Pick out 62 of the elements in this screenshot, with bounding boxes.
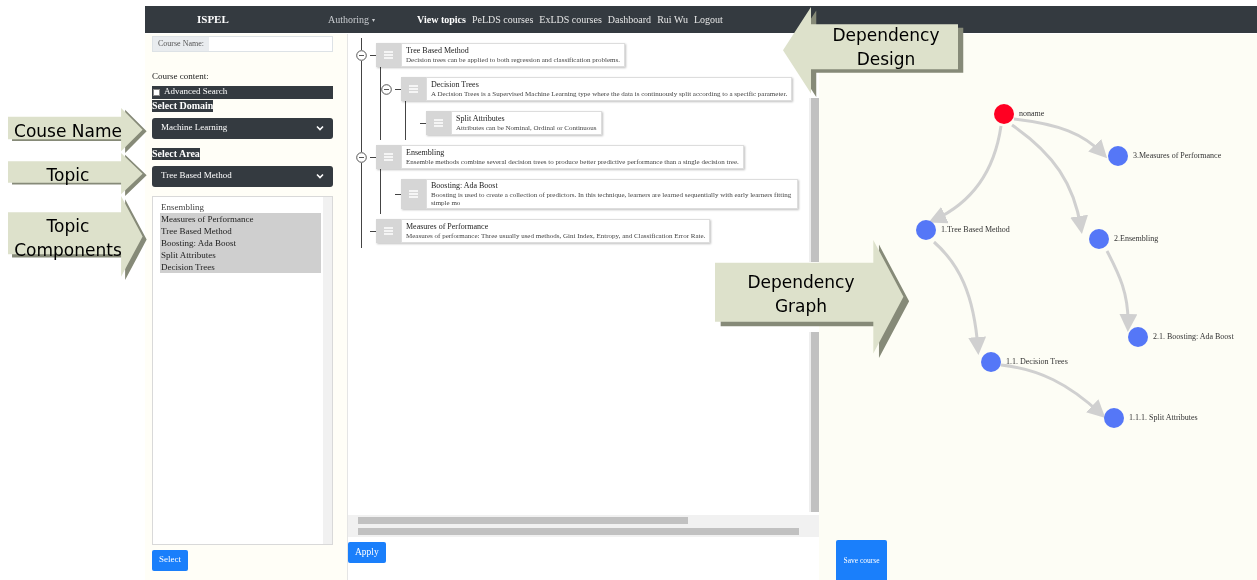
scrollbar[interactable]	[323, 196, 332, 544]
components-listbox[interactable]: Ensembling Measures of Performance Tree Based Method Boosting: Ada Boost Split Attributes Decision Trees	[152, 195, 333, 545]
graph-node[interactable]	[1108, 146, 1128, 166]
scrollbar[interactable]	[809, 98, 819, 262]
topic-title: Ensembling	[406, 148, 446, 158]
node-label: 1.1.1. Split Attributes	[1129, 412, 1198, 424]
node-label: 1.Tree Based Method	[941, 224, 1010, 236]
topic-title: Decision Trees	[431, 80, 480, 90]
drag-handle[interactable]	[401, 77, 426, 101]
graph-node[interactable]	[1128, 327, 1148, 347]
drag-handle[interactable]	[376, 43, 401, 67]
area-select[interactable]: Tree Based Method	[152, 165, 333, 187]
menu-icon	[384, 153, 393, 161]
graph-node[interactable]	[1104, 408, 1124, 428]
node-label: 2.1. Boosting: Ada Boost	[1153, 331, 1234, 343]
apply-button[interactable]: Apply	[348, 542, 386, 563]
graph-node[interactable]	[1089, 229, 1109, 249]
chevron-down-icon	[316, 173, 324, 179]
nav-link[interactable]: View topics	[417, 12, 466, 27]
advanced-search-checkbox[interactable]: Advanced Search	[152, 85, 333, 99]
scrollbar[interactable]	[348, 515, 819, 526]
chevron-down-icon	[316, 125, 324, 131]
node-label: 3.Measures of Performance	[1133, 150, 1222, 162]
topic-title: Split Attributes	[456, 114, 506, 124]
graph-node[interactable]	[981, 352, 1001, 372]
drag-handle[interactable]	[426, 111, 451, 135]
list-option[interactable]: Ensembling	[160, 200, 321, 213]
collapse-icon[interactable]	[356, 151, 367, 163]
scrollbar[interactable]	[348, 526, 819, 537]
menu-icon	[384, 227, 393, 235]
collapse-icon[interactable]	[356, 49, 367, 61]
graph-node[interactable]	[916, 220, 936, 240]
nav-link[interactable]: Rui Wu	[657, 12, 688, 27]
course-name-field[interactable]: Course Name:	[152, 36, 333, 52]
topic-title: Tree Based Method	[406, 46, 470, 56]
nav-link[interactable]: Logout	[693, 12, 723, 27]
drag-handle[interactable]	[376, 219, 401, 243]
topic-title: Boosting: Ada Boost	[431, 181, 499, 191]
domain-select[interactable]: Machine Learning	[152, 117, 333, 139]
nav-link[interactable]: ExLDS courses	[539, 12, 602, 27]
area-label: Select Area	[152, 147, 200, 160]
node-label: 1.1. Decision Trees	[1006, 356, 1068, 368]
drag-handle[interactable]	[401, 179, 426, 209]
course-content-label: Course content:	[152, 70, 210, 83]
drag-handle[interactable]	[376, 145, 401, 169]
select-button[interactable]: Select	[152, 549, 188, 571]
brand-title[interactable]: ISPEL	[197, 11, 327, 28]
node-label: noname	[1019, 108, 1045, 120]
course-name-label: Course Name:	[153, 37, 209, 51]
nav-link[interactable]: PeLDS courses	[471, 12, 534, 27]
scrollbar[interactable]	[809, 332, 819, 512]
topic-title: Measures of Performance	[406, 222, 490, 232]
menu-icon	[434, 119, 443, 127]
node-label: 2.Ensembling	[1114, 233, 1159, 245]
collapse-icon[interactable]	[381, 83, 392, 95]
menu-icon	[409, 85, 418, 93]
menu-icon	[384, 51, 393, 59]
list-option[interactable]: Measures of Performance	[160, 212, 321, 225]
graph-node[interactable]	[994, 104, 1014, 124]
domain-label: Select Domain	[152, 99, 214, 112]
nav-link[interactable]: Dashboard	[607, 12, 652, 27]
menu-icon	[409, 190, 418, 198]
